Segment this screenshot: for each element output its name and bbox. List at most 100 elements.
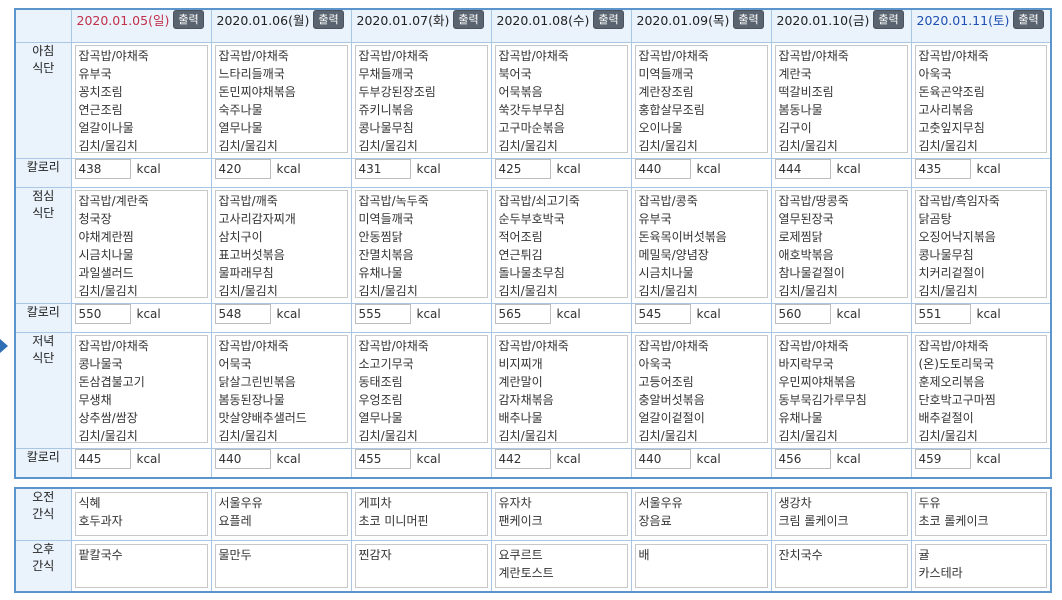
dinner-menu-box[interactable]: 잡곡밥/야채죽 아욱국 고등어조림 충알버섯볶음 얼갈이겉절이 김치/물김치 bbox=[634, 335, 768, 443]
am-snack-box[interactable]: 식혜 호두과자 bbox=[74, 492, 208, 536]
lunch-calorie-cell: kcal bbox=[70, 303, 212, 333]
print-button[interactable]: 출력 bbox=[173, 10, 204, 29]
menu-item: 김치/물김치 bbox=[918, 284, 978, 298]
breakfast-calorie-input[interactable] bbox=[494, 159, 551, 179]
print-button[interactable]: 출력 bbox=[733, 10, 764, 29]
breakfast-calorie-input[interactable] bbox=[774, 159, 831, 179]
breakfast-menu-box[interactable]: 잡곡밥/야채죽 북어국 어묵볶음 쑥갓두부무침 고구마순볶음 김치/물김치 bbox=[494, 45, 628, 153]
am-snack-box[interactable]: 생강차 크림 롤케이크 bbox=[774, 492, 908, 536]
menu-item: 무생채 bbox=[78, 393, 112, 407]
am-snack-box[interactable]: 두유 초코 롤케이크 bbox=[914, 492, 1047, 536]
menu-item: 시금치나물 bbox=[78, 248, 134, 262]
lunch-menu-box[interactable]: 잡곡밥/쇠고기죽 순두부호박국 적어조림 연근튀김 돌나물초무침 김치/물김치 bbox=[494, 190, 628, 298]
dinner-menu-box[interactable]: 잡곡밥/야채죽 바지락무국 우민찌야채볶음 동부묵김가루무침 유채나물 김치/물김치 bbox=[774, 335, 908, 443]
pm-snack-box[interactable]: 찐감자 bbox=[354, 543, 488, 588]
menu-item: 아욱국 bbox=[638, 357, 672, 371]
dinner-menu-box[interactable]: 잡곡밥/야채죽 비지찌개 계란말이 감자채볶음 배추나물 김치/물김치 bbox=[494, 335, 628, 443]
snack-table: 오전 간식 식혜 호두과자 서울우유 요플레 게피차 초코 미니머핀 유자차 팬케이크 서울우유… bbox=[14, 487, 1052, 593]
am-snack-box[interactable]: 서울우유 요플레 bbox=[214, 492, 348, 536]
print-button[interactable]: 출력 bbox=[1013, 10, 1044, 29]
snack-item: 호두과자 bbox=[78, 514, 123, 528]
breakfast-cell: 잡곡밥/야채죽 무채들깨국 두부강된장조림 쥬키니볶음 콩나물무침 김치/물김치 bbox=[350, 42, 492, 159]
pm-snack-box[interactable]: 물만두 bbox=[214, 543, 348, 588]
dinner-calorie-input[interactable] bbox=[914, 449, 971, 469]
menu-item: 우민찌야채볶음 bbox=[778, 375, 856, 389]
menu-item: 잡곡밥/녹두죽 bbox=[358, 194, 429, 208]
menu-item: 계란장조림 bbox=[638, 85, 694, 99]
kcal-unit: kcal bbox=[556, 452, 581, 466]
lunch-calorie-input[interactable] bbox=[774, 304, 831, 324]
breakfast-calorie-input[interactable] bbox=[914, 159, 971, 179]
lunch-menu-box[interactable]: 잡곡밥/녹두죽 미역들깨국 안동찜닭 잔멸치볶음 유채나물 김치/물김치 bbox=[354, 190, 488, 298]
pm-snack-cell: 잔치국수 bbox=[770, 539, 912, 593]
lunch-calorie-input[interactable] bbox=[74, 304, 131, 324]
snack-item: 계란토스트 bbox=[498, 565, 554, 580]
menu-item: 닭곰탕 bbox=[918, 212, 952, 226]
day-header-inner: 2020.01.08(수) 출력 bbox=[492, 10, 630, 29]
am-snack-box[interactable]: 서울우유 장음료 bbox=[634, 492, 768, 536]
kcal-unit: kcal bbox=[836, 307, 861, 321]
lunch-calorie-input[interactable] bbox=[354, 304, 411, 324]
snack-item: 서울우유 bbox=[638, 496, 683, 510]
snack-item: 팬케이크 bbox=[498, 514, 543, 528]
menu-item: 콩나물국 bbox=[78, 357, 123, 371]
lunch-calorie-input[interactable] bbox=[914, 304, 971, 324]
lunch-menu-box[interactable]: 잡곡밥/계란죽 청국장 야채계란찜 시금치나물 과일샐러드 김치/물김치 bbox=[74, 190, 208, 298]
lunch-calorie-cell: kcal bbox=[210, 303, 352, 333]
dinner-menu-box[interactable]: 잡곡밥/야채죽 어묵국 닭살그린빈볶음 봄동된장나물 맛살양배추샐러드 김치/물김치 bbox=[214, 335, 348, 443]
menu-item: 잡곡밥/야채죽 bbox=[218, 339, 289, 353]
print-button[interactable]: 출력 bbox=[313, 10, 344, 29]
day-date: 2020.01.07(화) bbox=[357, 10, 450, 29]
pm-snack-box[interactable]: 잔치국수 bbox=[774, 543, 908, 588]
pm-snack-box[interactable]: 팥칼국수 bbox=[74, 543, 208, 588]
menu-item: 계란말이 bbox=[498, 375, 543, 389]
dinner-menu-box[interactable]: 잡곡밥/야채죽 (온)도토리묵국 훈제오리볶음 단호박고구마찜 배추겉절이 김치/물김치 bbox=[914, 335, 1047, 443]
breakfast-menu-box[interactable]: 잡곡밥/야채죽 느타리들깨국 돈민찌야채볶음 숙주나물 열무나물 김치/물김치 bbox=[214, 45, 348, 153]
lunch-calorie-cell: kcal bbox=[350, 303, 492, 333]
day-header-inner: 2020.01.09(목) 출력 bbox=[632, 10, 770, 29]
lunch-calorie-input[interactable] bbox=[214, 304, 271, 324]
dinner-calorie-input[interactable] bbox=[74, 449, 131, 469]
print-button[interactable]: 출력 bbox=[453, 10, 484, 29]
dinner-calorie-input[interactable] bbox=[214, 449, 271, 469]
dinner-calorie-input[interactable] bbox=[354, 449, 411, 469]
lunch-menu-box[interactable]: 잡곡밥/흑임자죽 닭곰탕 오징어낙지볶음 콩나물무침 치커리겉절이 김치/물김치 bbox=[914, 190, 1047, 298]
breakfast-calorie-input[interactable] bbox=[354, 159, 411, 179]
lunch-calorie-input[interactable] bbox=[494, 304, 551, 324]
lunch-menu-box[interactable]: 잡곡밥/콩죽 유부국 돈육목이버섯볶음 메밀묵/양념장 시금치나물 김치/물김치 bbox=[634, 190, 768, 298]
breakfast-menu-box[interactable]: 잡곡밥/야채죽 미역들깨국 계란장조림 홍합살무조림 오이나물 김치/물김치 bbox=[634, 45, 768, 153]
am-snack-box[interactable]: 게피차 초코 미니머핀 bbox=[354, 492, 488, 536]
dinner-cell: 잡곡밥/야채죽 어묵국 닭살그린빈볶음 봄동된장나물 맛살양배추샐러드 김치/물김치 bbox=[210, 332, 352, 449]
weekday-text: (금) bbox=[848, 13, 870, 28]
print-button[interactable]: 출력 bbox=[593, 10, 624, 29]
menu-item: 잡곡밥/야채죽 bbox=[78, 339, 149, 353]
menu-item: 상추쌈/쌈장 bbox=[78, 411, 138, 425]
breakfast-menu-box[interactable]: 잡곡밥/야채죽 유부국 꽁치조림 연근조림 얼갈이나물 김치/물김치 bbox=[74, 45, 208, 153]
pm-snack-box[interactable]: 귤 카스테라 bbox=[914, 543, 1047, 588]
lunch-menu-box[interactable]: 잡곡밥/땅콩죽 열무된장국 로제찜닭 애호박볶음 참나물겉절이 김치/물김치 bbox=[774, 190, 908, 298]
am-snack-box[interactable]: 유자차 팬케이크 bbox=[494, 492, 628, 536]
breakfast-menu-box[interactable]: 잡곡밥/야채죽 무채들깨국 두부강된장조림 쥬키니볶음 콩나물무침 김치/물김치 bbox=[354, 45, 488, 153]
print-button[interactable]: 출력 bbox=[873, 10, 904, 29]
menu-item: 단호박고구마찜 bbox=[918, 393, 996, 407]
breakfast-menu-box[interactable]: 잡곡밥/야채죽 계란국 떡갈비조림 봄동나물 김구이 김치/물김치 bbox=[774, 45, 908, 153]
menu-item: 야채계란찜 bbox=[78, 230, 134, 244]
dinner-calorie-input[interactable] bbox=[774, 449, 831, 469]
calorie-label: 칼로리 bbox=[14, 303, 72, 333]
dinner-calorie-input[interactable] bbox=[494, 449, 551, 469]
pm-snack-box[interactable]: 요쿠르트 계란토스트 bbox=[494, 543, 628, 588]
dinner-menu-box[interactable]: 잡곡밥/야채죽 콩나물국 돈삼겹불고기 무생채 상추쌈/쌈장 김치/물김치 bbox=[74, 335, 208, 443]
breakfast-calorie-input[interactable] bbox=[214, 159, 271, 179]
dinner-calorie-cell: kcal bbox=[350, 448, 492, 479]
lunch-calorie-input[interactable] bbox=[634, 304, 691, 324]
weekday-text: (목) bbox=[708, 13, 730, 28]
pm-snack-box[interactable]: 배 bbox=[634, 543, 768, 588]
breakfast-menu-box[interactable]: 잡곡밥/야채죽 아욱국 돈육곤약조림 고사리볶음 고춧잎지무침 김치/물김치 bbox=[914, 45, 1047, 153]
lunch-menu-box[interactable]: 잡곡밥/깨죽 고사리감자찌개 삼치구이 표고버섯볶음 물파래무침 김치/물김치 bbox=[214, 190, 348, 298]
breakfast-calorie-input[interactable] bbox=[634, 159, 691, 179]
dinner-menu-box[interactable]: 잡곡밥/야채죽 소고기무국 동태조림 우엉조림 열무나물 김치/물김치 bbox=[354, 335, 488, 443]
dinner-calorie-input[interactable] bbox=[634, 449, 691, 469]
calorie-label: 칼로리 bbox=[14, 158, 72, 188]
menu-item: 두부강된장조림 bbox=[358, 85, 436, 99]
breakfast-calorie-input[interactable] bbox=[74, 159, 131, 179]
